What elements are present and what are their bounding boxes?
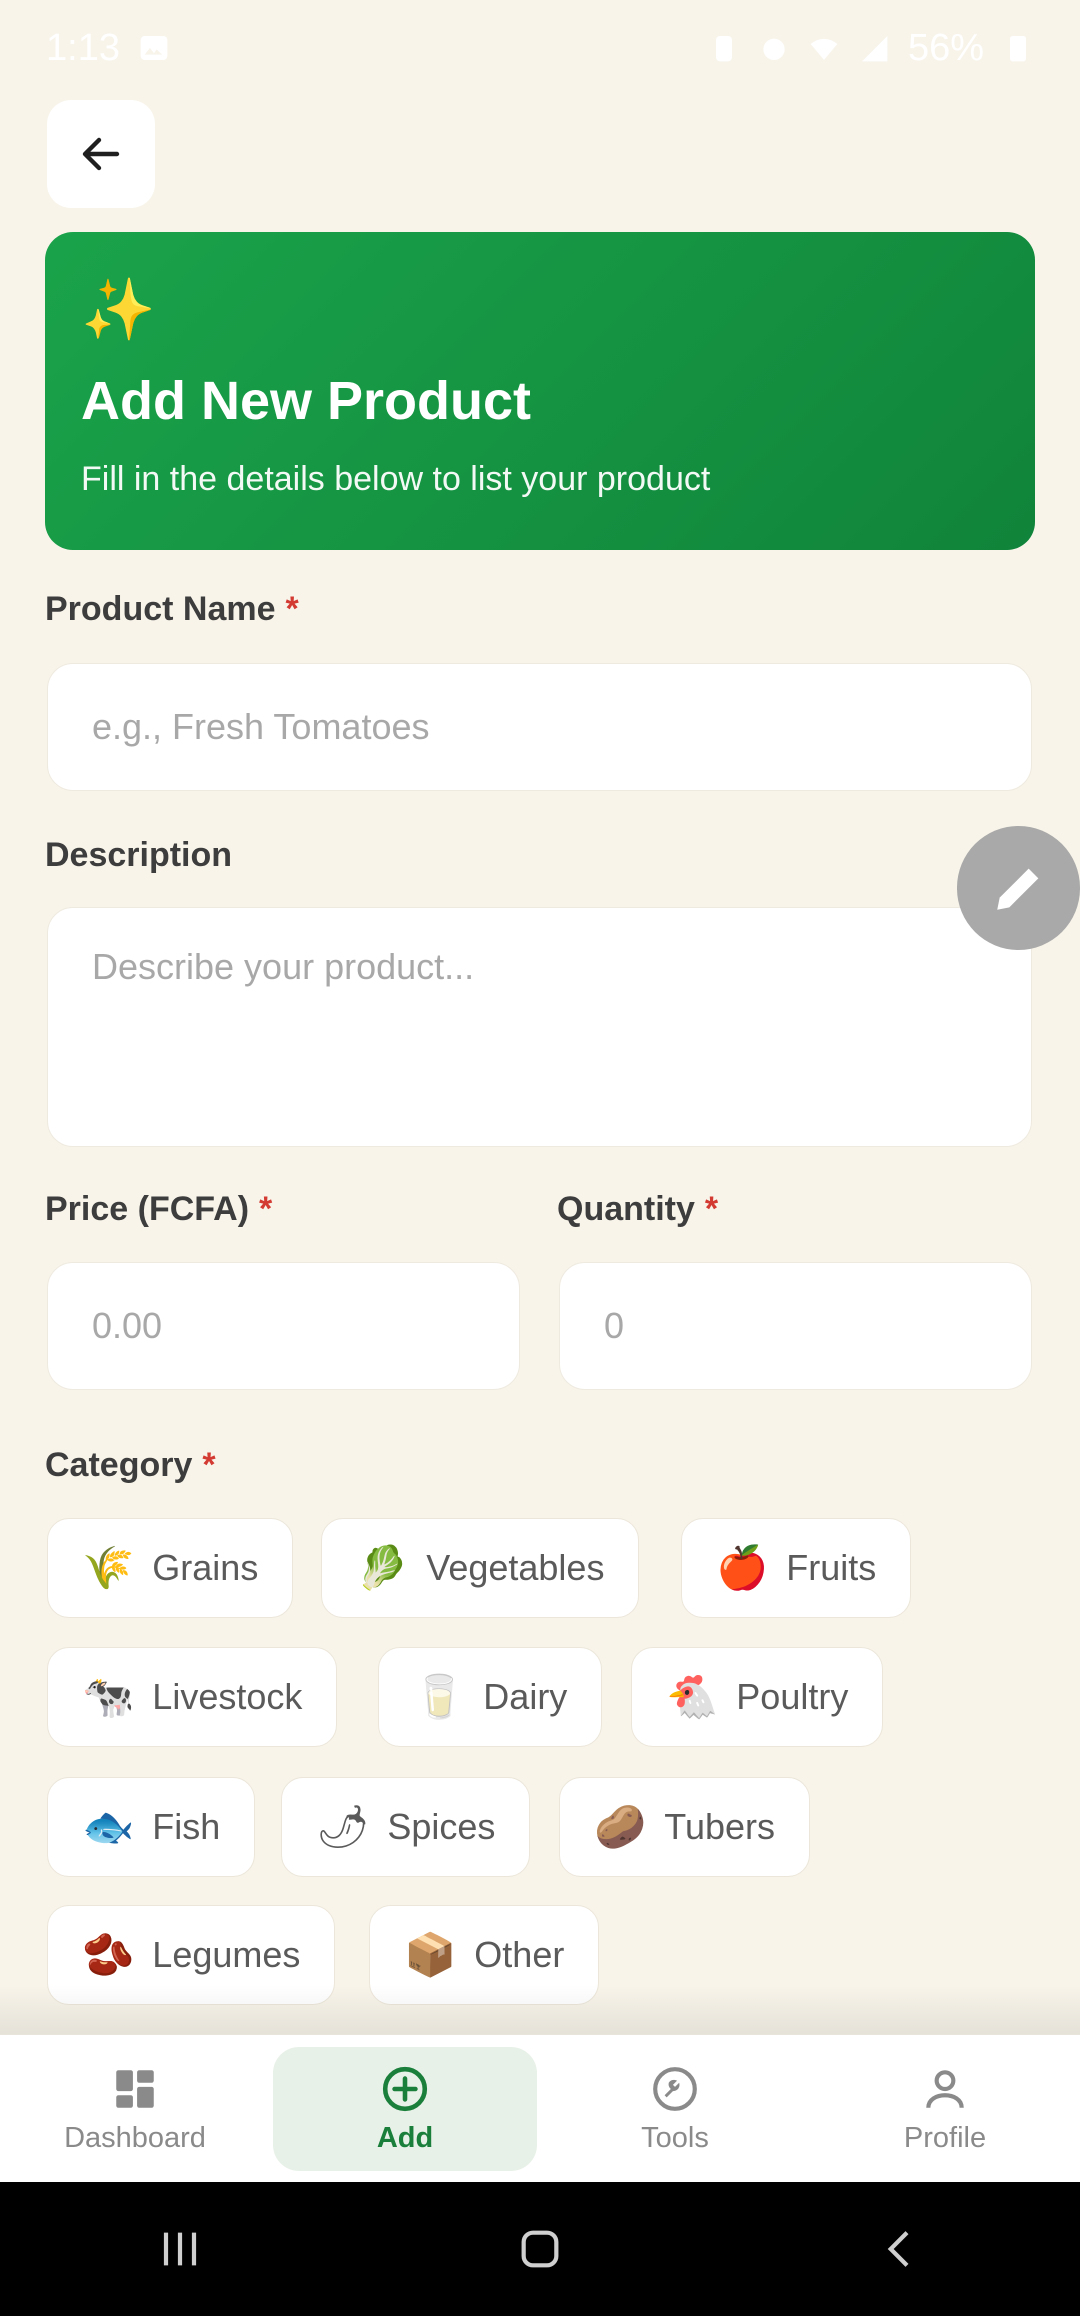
legumes-icon: 🫘 bbox=[82, 1930, 135, 1979]
status-bar: 1:13 56% bbox=[0, 0, 1080, 96]
chip-label: Vegetables bbox=[426, 1547, 605, 1588]
product-name-placeholder: e.g., Fresh Tomatoes bbox=[92, 706, 430, 747]
alarm-icon bbox=[763, 38, 785, 60]
required-mark: * bbox=[704, 1190, 719, 1228]
bottom-nav: Dashboard Add Tools Profile bbox=[0, 2034, 1080, 2183]
required-mark: * bbox=[259, 1190, 273, 1228]
tools-icon bbox=[653, 2066, 697, 2111]
chip-label: Fruits bbox=[786, 1547, 877, 1588]
vegetables-icon: 🥬 bbox=[356, 1543, 409, 1592]
nav-label: Dashboard bbox=[64, 2121, 206, 2154]
chip-label: Dairy bbox=[483, 1676, 568, 1717]
chip-label: Fish bbox=[152, 1806, 221, 1847]
price-input[interactable]: 0.00 bbox=[47, 1262, 520, 1390]
quantity-placeholder: 0 bbox=[604, 1305, 625, 1346]
header-card: ✨ Add New Product Fill in the details be… bbox=[45, 232, 1035, 550]
category-chip-fruits[interactable]: 🍎 Fruits bbox=[681, 1518, 912, 1618]
edit-fab-button[interactable] bbox=[957, 826, 1080, 950]
nav-shadow bbox=[0, 1985, 1080, 2035]
category-chip-spices[interactable]: 🌶 Spices bbox=[281, 1777, 531, 1877]
product-name-label: Product Name * bbox=[45, 590, 299, 628]
chip-label: Poultry bbox=[736, 1676, 849, 1717]
dairy-icon: 🥛 bbox=[413, 1672, 466, 1721]
dashboard-icon bbox=[116, 2069, 154, 2108]
chip-label: Grains bbox=[152, 1547, 259, 1588]
back-icon[interactable] bbox=[872, 2221, 928, 2277]
price-placeholder: 0.00 bbox=[92, 1305, 163, 1346]
description-placeholder: Describe your product... bbox=[92, 946, 475, 987]
category-chip-tubers[interactable]: 🥔 Tubers bbox=[559, 1777, 811, 1877]
chip-label: Other bbox=[474, 1934, 565, 1975]
category-chip-grains[interactable]: 🌾 Grains bbox=[47, 1518, 294, 1618]
description-textarea[interactable]: Describe your product... bbox=[47, 907, 1032, 1147]
recent-apps-icon[interactable] bbox=[152, 2221, 208, 2277]
category-chip-dairy[interactable]: 🥛 Dairy bbox=[378, 1647, 603, 1747]
category-chip-poultry[interactable]: 🐔 Poultry bbox=[631, 1647, 884, 1747]
chip-label: Legumes bbox=[152, 1934, 301, 1975]
tubers-icon: 🥔 bbox=[594, 1802, 647, 1851]
status-left: 1:13 bbox=[46, 27, 170, 70]
quantity-label: Quantity * bbox=[557, 1190, 719, 1228]
box-icon: 📦 bbox=[404, 1930, 457, 1979]
status-time: 1:13 bbox=[46, 26, 120, 69]
chip-label: Livestock bbox=[152, 1676, 303, 1717]
nav-profile[interactable]: Profile bbox=[813, 2047, 1077, 2171]
nav-label: Add bbox=[376, 2121, 434, 2154]
battery-saver-icon bbox=[715, 36, 732, 62]
fruits-icon: 🍎 bbox=[716, 1543, 769, 1592]
system-nav-bar bbox=[0, 2182, 1080, 2316]
price-label: Price (FCFA) * bbox=[45, 1190, 273, 1228]
page-subtitle: Fill in the details below to list your p… bbox=[81, 460, 711, 498]
chip-label: Spices bbox=[387, 1806, 496, 1847]
signal-icon bbox=[861, 36, 888, 62]
profile-icon bbox=[926, 2069, 964, 2108]
required-mark: * bbox=[202, 1446, 216, 1484]
nav-label: Tools bbox=[641, 2121, 709, 2154]
livestock-icon: 🐄 bbox=[82, 1672, 135, 1721]
fish-icon: 🐟 bbox=[82, 1802, 135, 1851]
spices-icon: 🌶 bbox=[316, 1802, 370, 1851]
category-chip-fish[interactable]: 🐟 Fish bbox=[47, 1777, 256, 1877]
chip-label: Tubers bbox=[664, 1806, 776, 1847]
arrow-left-icon bbox=[82, 137, 120, 171]
back-button[interactable] bbox=[47, 100, 155, 208]
battery-percent: 56% bbox=[907, 26, 984, 69]
nav-label: Profile bbox=[903, 2121, 987, 2154]
category-chip-livestock[interactable]: 🐄 Livestock bbox=[47, 1647, 338, 1747]
grains-icon: 🌾 bbox=[82, 1543, 135, 1592]
wifi-icon bbox=[810, 38, 838, 60]
category-label: Category * bbox=[45, 1446, 216, 1484]
product-name-input[interactable]: e.g., Fresh Tomatoes bbox=[47, 663, 1032, 791]
quantity-input[interactable]: 0 bbox=[559, 1262, 1032, 1390]
page-title: Add New Product bbox=[81, 371, 532, 431]
nav-dashboard[interactable]: Dashboard bbox=[3, 2047, 267, 2171]
description-label: Description bbox=[45, 836, 233, 874]
gallery-icon bbox=[140, 36, 168, 60]
home-icon[interactable] bbox=[512, 2221, 568, 2277]
add-circle-icon bbox=[382, 2066, 428, 2111]
pencil-icon bbox=[996, 868, 1038, 910]
required-mark: * bbox=[285, 590, 299, 628]
sparkle-icon: ✨ bbox=[81, 276, 156, 343]
category-chip-vegetables[interactable]: 🥬 Vegetables bbox=[321, 1518, 640, 1618]
status-right: 56% bbox=[708, 27, 1034, 70]
nav-add[interactable]: Add bbox=[273, 2047, 537, 2171]
poultry-icon: 🐔 bbox=[666, 1672, 719, 1721]
nav-tools[interactable]: Tools bbox=[543, 2047, 807, 2171]
battery-icon bbox=[1010, 36, 1026, 62]
